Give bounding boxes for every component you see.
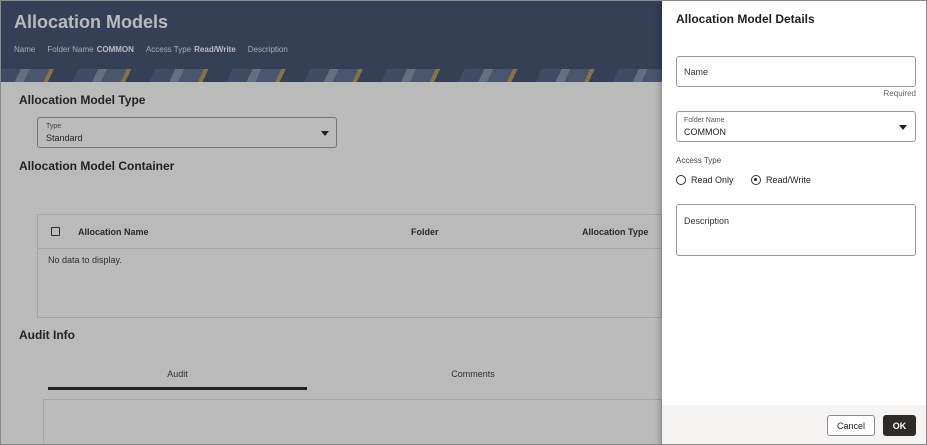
modal-overlay[interactable]: [1, 1, 662, 444]
radio-read-only[interactable]: Read Only: [676, 175, 734, 185]
radio-read-write[interactable]: Read/Write: [751, 175, 811, 185]
window-frame: Allocation Models Name Folder Name COMMON…: [0, 0, 927, 445]
required-hint: Required: [883, 89, 916, 98]
name-input-placeholder: Name: [684, 67, 709, 77]
description-placeholder: Description: [684, 216, 730, 226]
access-type-label: Access Type: [676, 156, 722, 165]
radio-read-only-label: Read Only: [691, 175, 734, 185]
folder-name-label: Folder Name: [684, 117, 725, 124]
folder-name-select[interactable]: Folder Name COMMON: [676, 111, 916, 142]
radio-selected-icon[interactable]: [751, 175, 761, 185]
ok-button[interactable]: OK: [883, 415, 916, 436]
details-drawer: Allocation Model Details Name Required F…: [662, 1, 926, 444]
drawer-footer: Cancel OK: [662, 405, 926, 444]
drawer-title: Allocation Model Details: [676, 12, 815, 26]
name-input[interactable]: Name: [676, 56, 916, 87]
chevron-down-icon: [899, 125, 907, 130]
cancel-button[interactable]: Cancel: [827, 415, 875, 436]
radio-icon[interactable]: [676, 175, 686, 185]
folder-name-value: COMMON: [684, 127, 726, 137]
radio-read-write-label: Read/Write: [766, 175, 811, 185]
description-textarea[interactable]: Description: [676, 204, 916, 256]
